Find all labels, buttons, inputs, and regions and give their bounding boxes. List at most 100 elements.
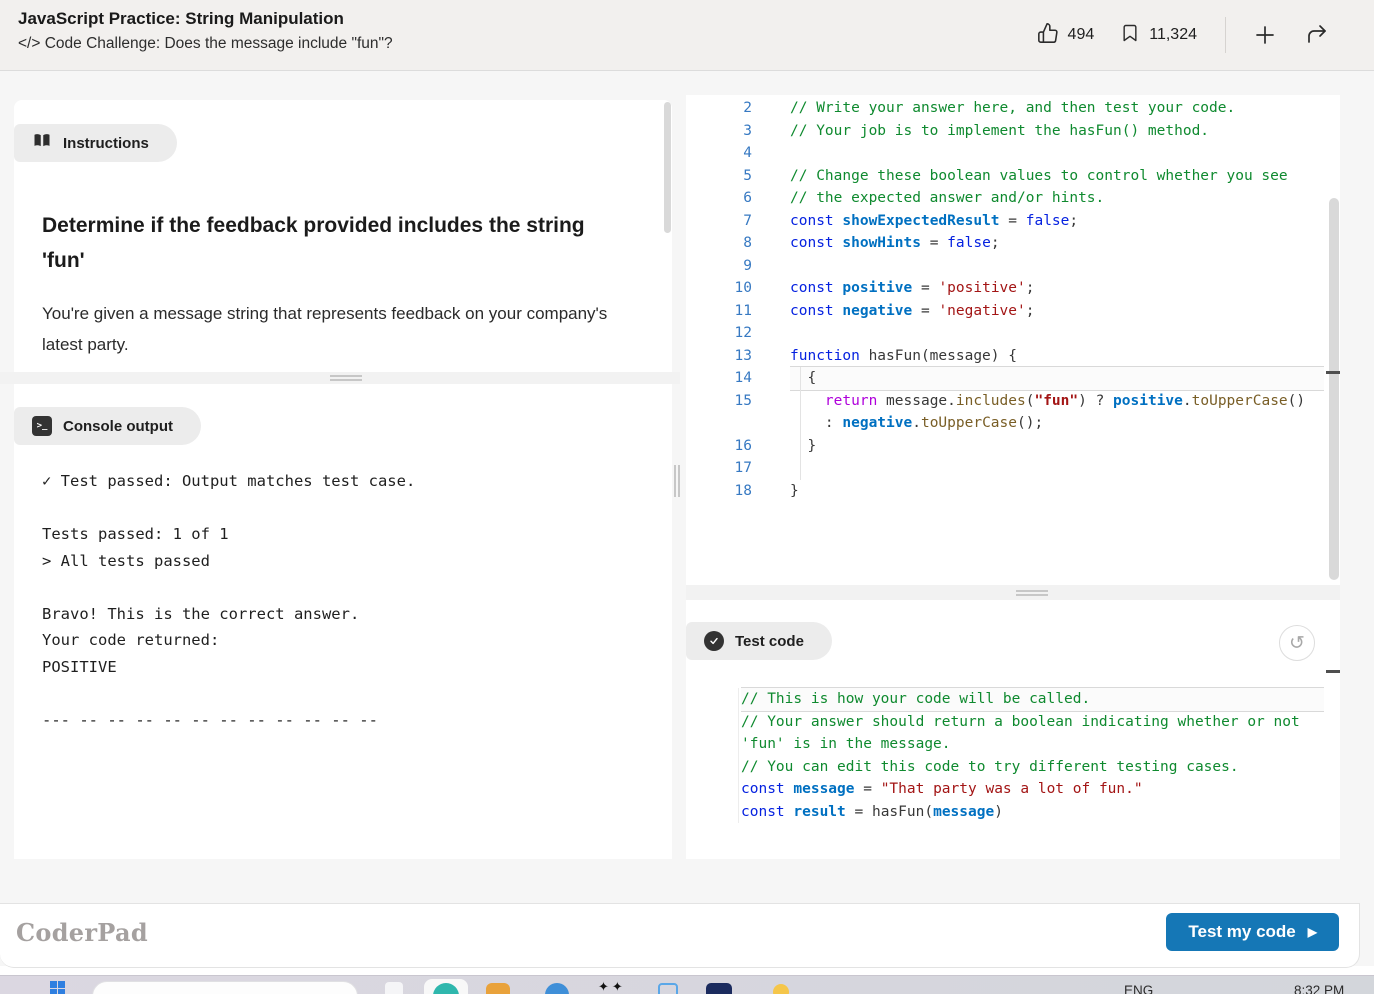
console-line: Your code returned:: [42, 627, 652, 654]
line-number: 15: [686, 390, 752, 413]
code-line: 9: [686, 255, 1324, 278]
line-number: 16: [686, 435, 752, 458]
splitter-grip: [330, 379, 362, 381]
console-line: [42, 495, 652, 522]
line-number: 14: [686, 367, 752, 390]
console-output-text: ✓ Test passed: Output matches test case.…: [42, 468, 652, 733]
challenge-heading: Determine if the feedback provided inclu…: [42, 208, 622, 278]
console-line: Bravo! This is the correct answer.: [42, 601, 652, 628]
likes-stat[interactable]: 494: [1037, 22, 1095, 49]
task-view-icon[interactable]: [385, 982, 403, 994]
line-number: 2: [686, 97, 752, 120]
bookmarks-stat[interactable]: 11,324: [1120, 23, 1197, 48]
code-line: // You can edit this code to try differe…: [741, 756, 1324, 779]
line-number: 5: [686, 165, 752, 188]
code-line: 13function hasFun(message) {: [686, 345, 1324, 368]
line-number: 13: [686, 345, 752, 368]
line-number: 3: [686, 120, 752, 143]
code-line: 8const showHints = false;: [686, 232, 1324, 255]
page-subtitle: </> Code Challenge: Does the message inc…: [18, 35, 393, 53]
test-my-code-button[interactable]: Test my code ▶: [1166, 913, 1339, 951]
code-line: 11const negative = 'negative';: [686, 300, 1324, 323]
test-code-lines: // This is how your code will be called.…: [738, 688, 1324, 823]
title-bar: JavaScript Practice: String Manipulation…: [0, 0, 1374, 71]
instructions-scrollbar[interactable]: [664, 102, 671, 233]
sparkle-app-icon[interactable]: ✦✦: [598, 979, 626, 994]
horizontal-splitter-left[interactable]: [0, 372, 680, 384]
code-line: 'fun' is in the message.: [741, 733, 1324, 756]
tab-instructions[interactable]: Instructions: [14, 124, 177, 162]
code-editor[interactable]: 2// Write your answer here, and then tes…: [686, 95, 1340, 585]
splitter-grip: [330, 375, 362, 377]
code-line: 16 }: [686, 435, 1324, 458]
code-line: 4: [686, 142, 1324, 165]
header-divider: [1225, 17, 1226, 53]
console-line: [42, 680, 652, 707]
files-app-icon[interactable]: [486, 983, 510, 994]
code-line: 7const showExpectedResult = false;: [686, 210, 1324, 233]
language-indicator[interactable]: ENG: [1124, 983, 1153, 994]
horizontal-splitter-right[interactable]: [686, 585, 1340, 600]
taskbar-search-box[interactable]: [92, 981, 358, 994]
code-line: 3// Your job is to implement the hasFun(…: [686, 120, 1324, 143]
reset-button[interactable]: ↺: [1279, 625, 1315, 661]
splitter-grip: [1016, 590, 1048, 592]
reset-icon: ↺: [1289, 632, 1305, 655]
line-number: 9: [686, 255, 752, 278]
code-line: 2// Write your answer here, and then tes…: [686, 97, 1324, 120]
console-panel: >_ Console output ✓ Test passed: Output …: [14, 384, 672, 859]
play-icon: ▶: [1308, 925, 1317, 939]
editor-scrollbar[interactable]: [1329, 198, 1339, 580]
thumbs-up-icon: [1037, 22, 1059, 49]
code-line: 17: [686, 457, 1324, 480]
start-button[interactable]: [50, 981, 65, 994]
tab-test-code-label: Test code: [735, 633, 804, 650]
line-number: 10: [686, 277, 752, 300]
check-circle-icon: [704, 631, 724, 651]
yellow-app-icon[interactable]: [773, 984, 789, 994]
editor-lines: 2// Write your answer here, and then tes…: [686, 97, 1324, 502]
console-line: [42, 574, 652, 601]
editor-active-line-marker: [1326, 371, 1340, 374]
code-line: 18}: [686, 480, 1324, 503]
line-number: 12: [686, 322, 752, 345]
vertical-splitter[interactable]: [674, 465, 676, 497]
line-number: 18: [686, 480, 752, 503]
splitter-grip: [1016, 594, 1048, 596]
test-my-code-label: Test my code: [1188, 922, 1295, 942]
code-line: const result = hasFun(message): [741, 801, 1324, 824]
page-title: JavaScript Practice: String Manipulation: [18, 9, 344, 29]
tab-console-label: Console output: [63, 418, 173, 435]
code-line: 15 return message.includes("fun") ? posi…: [686, 390, 1324, 413]
coderpad-logo: CoderPad: [16, 918, 148, 947]
browser-app-icon[interactable]: [545, 983, 569, 994]
add-button[interactable]: [1248, 18, 1282, 52]
line-number: 4: [686, 142, 752, 165]
line-number: 8: [686, 232, 752, 255]
outline-app-icon[interactable]: [658, 983, 678, 994]
line-number: 7: [686, 210, 752, 233]
share-button[interactable]: [1300, 18, 1334, 52]
console-line: --- -- -- -- -- -- -- -- -- -- -- --: [42, 707, 652, 734]
test-code-panel[interactable]: Test code ↺ // This is how your code wil…: [686, 600, 1340, 859]
code-line: 14 {: [686, 367, 1324, 390]
console-line: ✓ Test passed: Output matches test case.: [42, 468, 652, 495]
windows-taskbar: ✦✦ ENG 8:32 PM: [0, 975, 1374, 994]
code-line: 10const positive = 'positive';: [686, 277, 1324, 300]
navy-app-icon[interactable]: [706, 983, 732, 994]
vertical-splitter[interactable]: [678, 465, 680, 497]
clock[interactable]: 8:32 PM: [1294, 983, 1344, 994]
code-line: 12: [686, 322, 1324, 345]
line-number: [686, 412, 752, 435]
likes-count: 494: [1068, 26, 1095, 44]
tab-console-output[interactable]: >_ Console output: [14, 407, 201, 445]
code-line: 5// Change these boolean values to contr…: [686, 165, 1324, 188]
code-line: // Your answer should return a boolean i…: [741, 711, 1324, 734]
console-line: POSITIVE: [42, 654, 652, 681]
code-line: const message = "That party was a lot of…: [741, 778, 1324, 801]
console-line: > All tests passed: [42, 548, 652, 575]
challenge-description: You're given a message string that repre…: [42, 299, 617, 360]
book-icon: [32, 131, 52, 155]
header-actions: 494 11,324: [1037, 0, 1334, 70]
tab-test-code[interactable]: Test code: [686, 622, 832, 660]
